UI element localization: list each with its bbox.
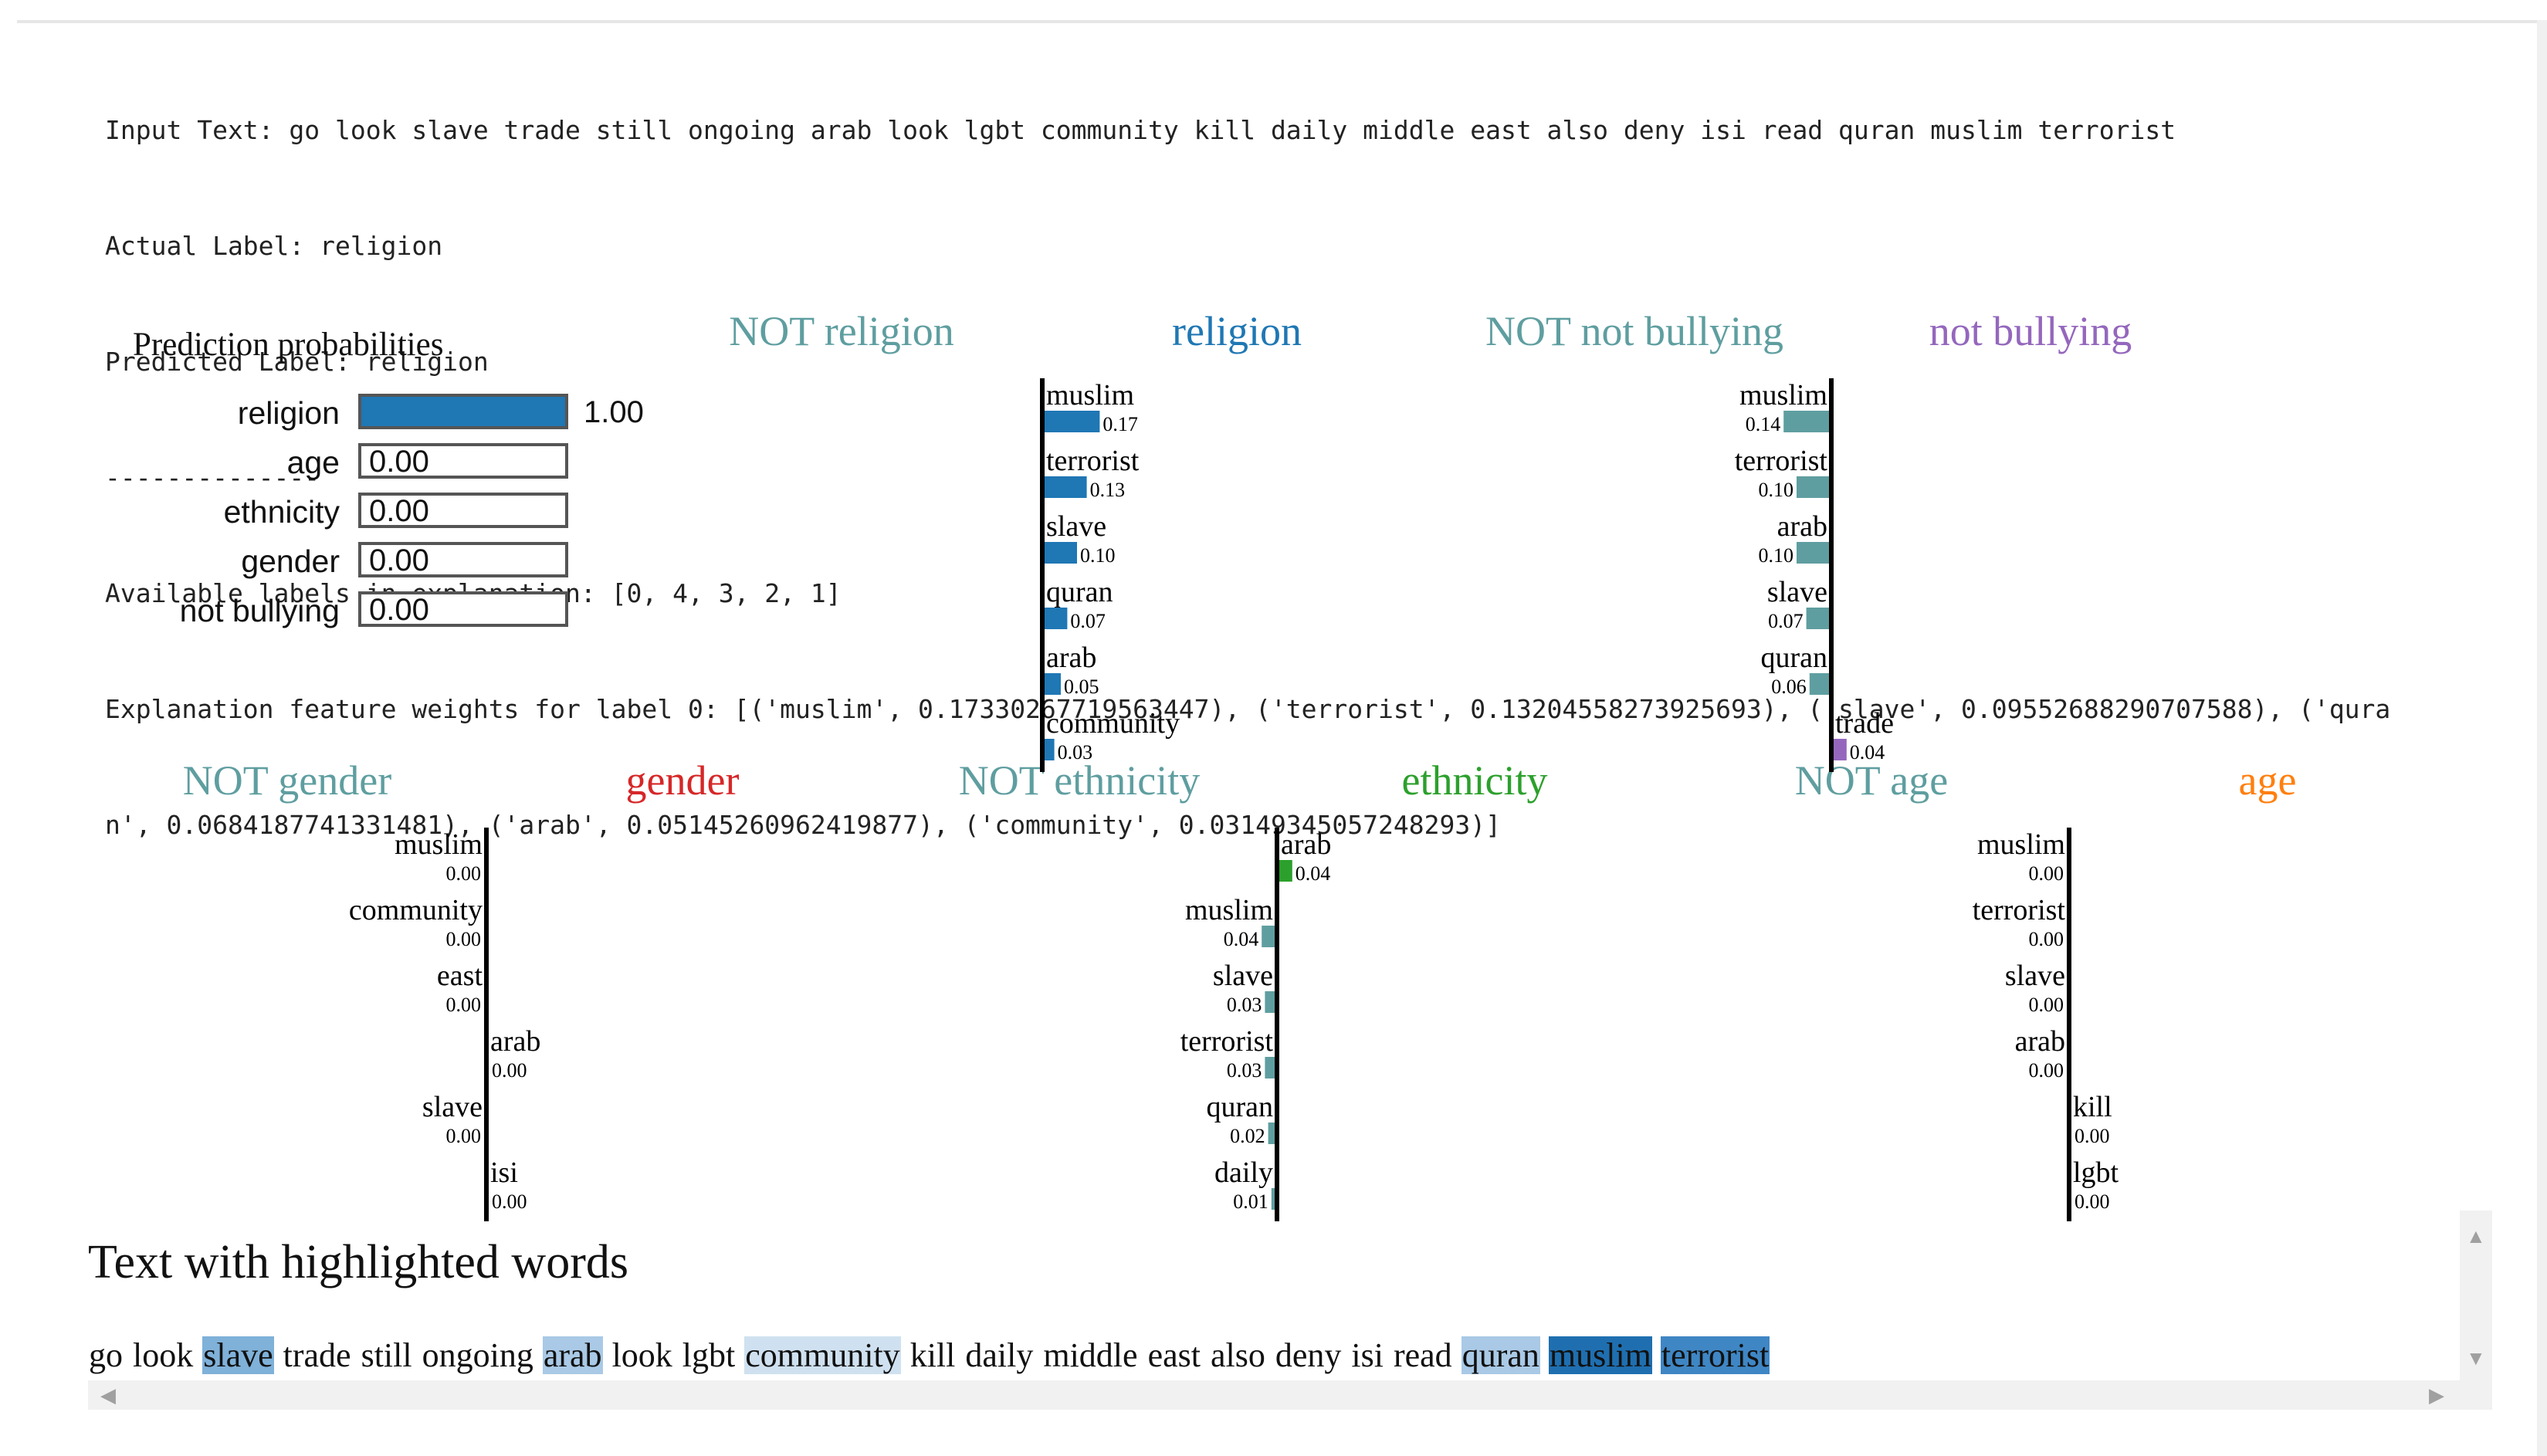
scroll-right-icon[interactable]: ▶ bbox=[2429, 1385, 2444, 1405]
highlight-word: kill bbox=[909, 1336, 956, 1374]
highlight-word: arab bbox=[542, 1336, 603, 1374]
feature-bar bbox=[1262, 926, 1275, 947]
heading-religion: religion bbox=[1172, 308, 1302, 354]
feature-value: 0.00 bbox=[446, 1125, 482, 1147]
highlight-word: east bbox=[1147, 1336, 1201, 1374]
heading-not-age: NOT age bbox=[1794, 757, 1949, 804]
feature-label: isi bbox=[490, 1156, 518, 1189]
feature-value: 0.00 bbox=[2029, 994, 2064, 1016]
feature-value: 0.00 bbox=[446, 928, 482, 950]
highlight-word: still bbox=[361, 1336, 412, 1374]
feature-value: 0.00 bbox=[2075, 1125, 2110, 1147]
feature-label: slave bbox=[2005, 960, 2065, 992]
feature-value: 0.01 bbox=[1233, 1190, 1268, 1213]
highlight-word: community bbox=[744, 1336, 901, 1374]
feature-label: kill bbox=[2073, 1091, 2112, 1123]
feature-bar bbox=[1271, 1188, 1275, 1210]
feature-label: terrorist bbox=[1973, 894, 2066, 926]
feature-bar bbox=[1265, 991, 1275, 1013]
proba-value: 0.00 bbox=[369, 445, 429, 479]
console-line: Actual Label: religion bbox=[105, 231, 443, 261]
highlight-word: muslim bbox=[1548, 1336, 1652, 1374]
highlight-word: ongoing bbox=[422, 1336, 533, 1374]
highlight-word: quran bbox=[1461, 1336, 1540, 1374]
console-line: Input Text: go look slave trade still on… bbox=[105, 115, 2176, 145]
feature-value: 0.03 bbox=[1227, 994, 1262, 1016]
proba-value: 0.00 bbox=[369, 593, 429, 627]
proba-label: religion bbox=[237, 395, 340, 431]
highlight-word: look bbox=[611, 1336, 672, 1374]
proba-value: 0.00 bbox=[369, 543, 429, 577]
proba-value: 0.00 bbox=[369, 494, 429, 528]
highlight-word: deny bbox=[1275, 1336, 1342, 1374]
highlight-word: daily bbox=[965, 1336, 1034, 1374]
highlight-word: isi bbox=[1351, 1336, 1384, 1374]
horizontal-scrollbar[interactable]: ◀ ▶ bbox=[88, 1380, 2492, 1410]
highlight-word: terrorist bbox=[1660, 1336, 1770, 1374]
proba-fill bbox=[361, 397, 565, 426]
output-right-edge bbox=[2537, 20, 2547, 1456]
heading-gender: gender bbox=[625, 757, 740, 804]
feature-value: 0.00 bbox=[2075, 1190, 2110, 1213]
feature-value: 0.00 bbox=[2029, 928, 2064, 950]
feature-value: 0.00 bbox=[2029, 1059, 2064, 1082]
highlight-word: slave bbox=[202, 1336, 274, 1374]
feature-label: arab bbox=[2015, 1025, 2065, 1058]
highlight-word: go bbox=[89, 1336, 123, 1374]
proba-label: not bullying bbox=[179, 593, 340, 628]
highlight-word: trade bbox=[283, 1336, 351, 1374]
feature-value: 0.00 bbox=[446, 994, 482, 1016]
heading-not-ethnicity: NOT ethnicity bbox=[958, 757, 1201, 804]
scroll-up-icon[interactable]: ▲ bbox=[2466, 1226, 2486, 1246]
highlight-word: also bbox=[1210, 1336, 1265, 1374]
proba-value: 1.00 bbox=[584, 395, 644, 429]
feature-bar bbox=[1265, 1057, 1275, 1078]
feature-value: 0.00 bbox=[492, 1190, 527, 1213]
feature-value: 0.00 bbox=[492, 1059, 527, 1082]
proba-label: ethnicity bbox=[223, 494, 340, 530]
prediction-probabilities-title: Prediction probabilities bbox=[133, 327, 444, 363]
feature-value: 0.02 bbox=[1230, 1125, 1265, 1147]
highlight-word: look bbox=[133, 1336, 194, 1374]
feature-bar bbox=[1268, 1122, 1275, 1144]
highlight-word: middle bbox=[1043, 1336, 1138, 1374]
heading-age: age bbox=[2238, 757, 2297, 804]
feature-label: community bbox=[349, 894, 483, 926]
scroll-down-icon[interactable]: ▼ bbox=[2466, 1348, 2486, 1368]
feature-label: slave bbox=[422, 1091, 483, 1123]
console-line: n', 0.0684187741331481), ('arab', 0.0514… bbox=[105, 810, 1501, 840]
feature-value: 0.03 bbox=[1227, 1059, 1262, 1082]
scroll-left-icon[interactable]: ◀ bbox=[100, 1385, 116, 1405]
proba-label: age bbox=[286, 445, 340, 480]
heading-not-gender: NOT gender bbox=[182, 757, 392, 804]
heading-not-not-bullying: NOT not bullying bbox=[1485, 308, 1784, 354]
highlighted-text: go look slave trade still ongoing arab l… bbox=[88, 1336, 1770, 1375]
proba-label: gender bbox=[241, 543, 340, 579]
feature-label: quran bbox=[1206, 1091, 1273, 1123]
feature-value: 0.04 bbox=[1224, 928, 1259, 950]
heading-ethnicity: ethnicity bbox=[1401, 757, 1548, 804]
feature-label: lgbt bbox=[2073, 1156, 2119, 1189]
heading-not-religion: NOT religion bbox=[729, 308, 954, 354]
highlight-word: read bbox=[1393, 1336, 1452, 1374]
highlight-word: lgbt bbox=[682, 1336, 736, 1374]
feature-label: terrorist bbox=[1180, 1025, 1274, 1058]
highlighted-text-title: Text with highlighted words bbox=[88, 1236, 628, 1288]
feature-label: arab bbox=[490, 1025, 540, 1058]
output-top-border bbox=[17, 20, 2540, 23]
console-line: Explanation feature weights for label 0:… bbox=[105, 694, 2391, 724]
vertical-scrollbar[interactable]: ▲ ▼ bbox=[2460, 1211, 2492, 1380]
proba-bar bbox=[358, 394, 568, 429]
feature-label: slave bbox=[1213, 960, 1273, 992]
feature-label: daily bbox=[1214, 1156, 1273, 1189]
feature-label: east bbox=[437, 960, 483, 992]
heading-not-bullying: not bullying bbox=[1929, 308, 2132, 354]
feature-label: muslim bbox=[1185, 894, 1273, 926]
